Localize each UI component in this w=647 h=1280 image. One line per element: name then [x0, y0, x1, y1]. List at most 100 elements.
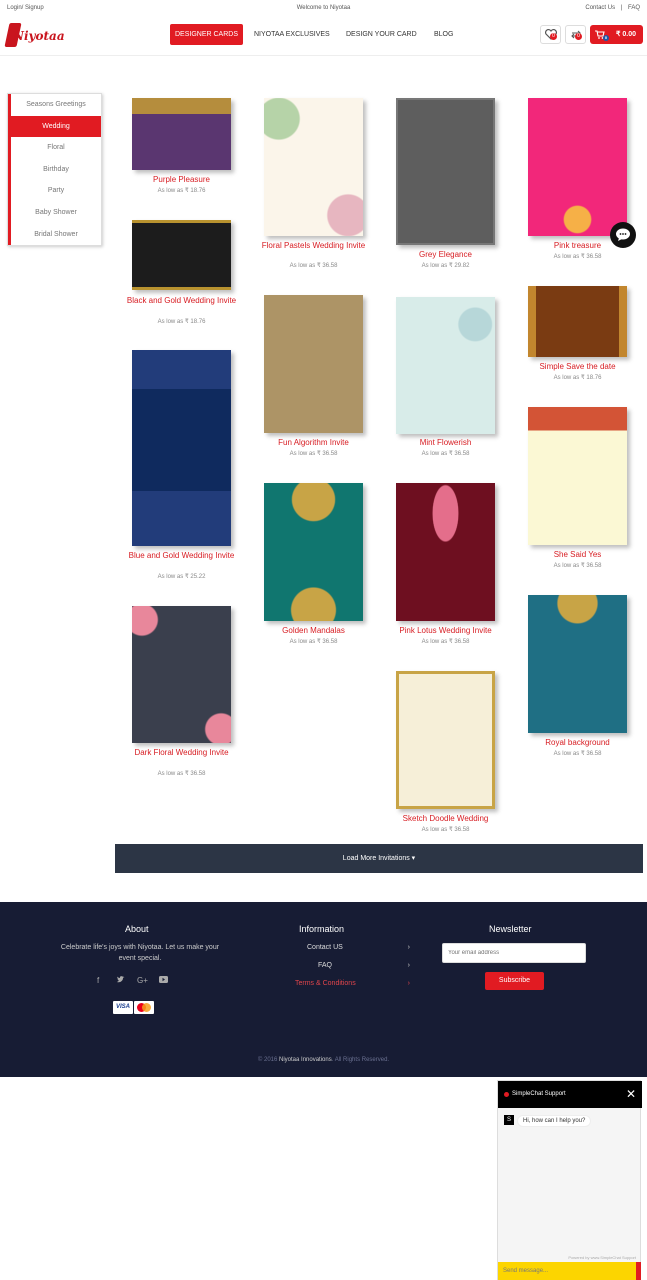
sidebar-item-floral[interactable]: Floral	[8, 137, 101, 159]
card-title[interactable]: Purple Pleasure	[122, 175, 241, 184]
nav-niyotaa-exclusives[interactable]: NIYOTAA EXCLUSIVES	[254, 24, 330, 45]
separator: |	[620, 5, 623, 11]
card-title[interactable]: Pink Lotus Wedding Invite	[386, 626, 505, 635]
card-title[interactable]: Black and Gold Wedding Invite	[122, 296, 241, 305]
card-thumbnail[interactable]	[132, 220, 231, 290]
sidebar-item-bridal-shower[interactable]: Bridal Shower	[8, 223, 101, 246]
load-more-button[interactable]: Load More Invitations ▾	[115, 844, 643, 873]
nav-design-your-card[interactable]: DESIGN YOUR CARD	[346, 24, 417, 45]
copyright-brand[interactable]: Niyotaa Innovations	[279, 1057, 332, 1063]
product-card[interactable]: Dark Floral Wedding Invite As low as ₹ 3…	[132, 606, 231, 778]
newsletter-heading: Newsletter	[489, 924, 532, 934]
card-title[interactable]: She Said Yes	[518, 550, 637, 559]
card-title[interactable]: Grey Elegance	[386, 250, 505, 259]
cart-amount: ₹ 0.00	[616, 31, 637, 38]
close-icon[interactable]: ✕	[626, 1087, 636, 1101]
product-card[interactable]: Black and Gold Wedding Invite As low as …	[127, 220, 236, 330]
card-title[interactable]: Royal background	[518, 738, 637, 747]
newsletter-email-input[interactable]	[442, 943, 586, 963]
card-price: As low as ₹ 36.58	[289, 639, 338, 645]
product-card[interactable]: Purple Pleasure As low as ₹ 18.76	[132, 98, 231, 198]
copyright-year: © 2016	[257, 1057, 278, 1063]
information-heading: Information	[299, 924, 345, 934]
card-thumbnail[interactable]	[132, 606, 231, 743]
visa-icon: VISA	[113, 1001, 133, 1014]
chevron-right-icon: ›	[407, 944, 410, 951]
product-card[interactable]: Sketch Doodle Wedding As low as ₹ 36.58	[396, 671, 495, 836]
card-thumbnail[interactable]	[264, 483, 363, 621]
google-plus-icon[interactable]: G+	[137, 976, 148, 985]
header: Niyotaa DESIGNER CARDS NIYOTAA EXCLUSIVE…	[0, 18, 647, 56]
card-price: As low as ₹ 18.76	[553, 375, 602, 381]
card-thumbnail[interactable]	[132, 98, 231, 170]
card-price: As low as ₹ 36.58	[553, 751, 602, 757]
card-price: As low as ₹ 18.76	[157, 188, 206, 194]
card-title[interactable]: Mint Flowerish	[386, 438, 505, 447]
online-status-dot	[504, 1092, 509, 1097]
card-price: As low as ₹ 36.58	[421, 639, 470, 645]
product-card[interactable]: Grey Elegance As low as ₹ 29.82	[396, 98, 495, 274]
send-bar-accent	[636, 1262, 641, 1280]
card-title[interactable]: Sketch Doodle Wedding	[386, 814, 505, 823]
logo[interactable]: Niyotaa	[4, 21, 65, 51]
cart-button[interactable]: 0 ₹ 0.00	[590, 25, 643, 44]
faq-link[interactable]: FAQ	[628, 5, 640, 11]
chat-message-text: Hi, how can I help you?	[517, 1115, 592, 1127]
product-card[interactable]: Golden Mandalas As low as ₹ 36.58	[264, 483, 363, 648]
logo-text: Niyotaa	[13, 29, 65, 43]
sidebar-item-seasons-greetings[interactable]: Seasons Greetings	[8, 94, 101, 116]
sidebar-item-baby-shower[interactable]: Baby Shower	[8, 201, 101, 224]
product-card[interactable]: Royal background As low as ₹ 36.58	[528, 595, 627, 760]
card-thumbnail[interactable]	[264, 295, 363, 433]
copyright: © 2016 Niyotaa Innovations. All Rights R…	[0, 1057, 647, 1063]
product-card[interactable]: Floral Pastels Wedding Invite As low as …	[262, 98, 365, 270]
nav-designer-cards[interactable]: DESIGNER CARDS	[170, 24, 244, 45]
card-thumbnail[interactable]	[264, 98, 363, 236]
sidebar-item-wedding[interactable]: Wedding	[8, 115, 101, 138]
sidebar-item-party[interactable]: Party	[8, 180, 101, 202]
facebook-icon[interactable]: f	[97, 976, 99, 985]
top-bar: Login/ Signup Welcome to Niyotaa Contact…	[0, 0, 647, 18]
twitter-icon[interactable]	[117, 976, 125, 985]
product-card[interactable]: Fun Algorithm Invite As low as ₹ 36.58	[264, 295, 363, 460]
card-thumbnail[interactable]	[528, 407, 627, 545]
nav-blog[interactable]: BLOG	[434, 24, 453, 45]
card-title[interactable]: Dark Floral Wedding Invite	[122, 748, 241, 757]
about-heading: About	[125, 924, 149, 934]
chat-bubble-icon[interactable]	[610, 222, 636, 248]
card-price: As low as ₹ 36.58	[421, 827, 470, 833]
card-thumbnail[interactable]	[528, 286, 627, 357]
wishlist-button[interactable]: 0	[540, 25, 561, 44]
card-title[interactable]: Blue and Gold Wedding Invite	[122, 551, 241, 560]
twitter-glyph	[117, 976, 125, 983]
contact-link[interactable]: Contact Us	[585, 5, 615, 11]
chat-header: SimpleChat Support ✕	[498, 1081, 642, 1108]
card-thumbnail[interactable]	[528, 595, 627, 733]
card-title[interactable]: Fun Algorithm Invite	[254, 438, 373, 447]
card-thumbnail[interactable]	[132, 350, 231, 546]
youtube-icon[interactable]	[159, 976, 168, 985]
category-sidebar: Seasons Greetings Wedding Floral Birthda…	[7, 93, 102, 247]
card-title[interactable]: Simple Save the date	[518, 362, 637, 371]
mastercard-icon	[134, 1001, 154, 1014]
chat-icon	[616, 228, 630, 241]
send-message-input[interactable]: Send message...	[498, 1262, 636, 1280]
product-card[interactable]: Mint Flowerish As low as ₹ 36.58	[396, 297, 495, 460]
product-card[interactable]: Blue and Gold Wedding Invite As low as ₹…	[129, 350, 234, 582]
card-thumbnail[interactable]	[396, 297, 495, 434]
product-card[interactable]: Pink Lotus Wedding Invite As low as ₹ 36…	[396, 483, 495, 648]
card-price: As low as ₹ 18.76	[157, 319, 206, 325]
subscribe-button[interactable]: Subscribe	[485, 972, 544, 990]
product-card[interactable]: She Said Yes As low as ₹ 36.58	[528, 407, 627, 572]
card-title[interactable]: Golden Mandalas	[254, 626, 373, 635]
card-thumbnail[interactable]	[396, 98, 495, 245]
card-thumbnail[interactable]	[396, 671, 495, 809]
sidebar-item-birthday[interactable]: Birthday	[8, 158, 101, 181]
card-price: As low as ₹ 36.58	[289, 263, 338, 269]
compare-button[interactable]: 0	[565, 25, 586, 44]
card-title[interactable]: Floral Pastels Wedding Invite	[254, 241, 373, 250]
card-thumbnail[interactable]	[396, 483, 495, 621]
card-thumbnail[interactable]	[528, 98, 627, 236]
product-card[interactable]: Simple Save the date As low as ₹ 18.76	[528, 286, 627, 386]
footer-link-label: FAQ	[318, 962, 333, 969]
